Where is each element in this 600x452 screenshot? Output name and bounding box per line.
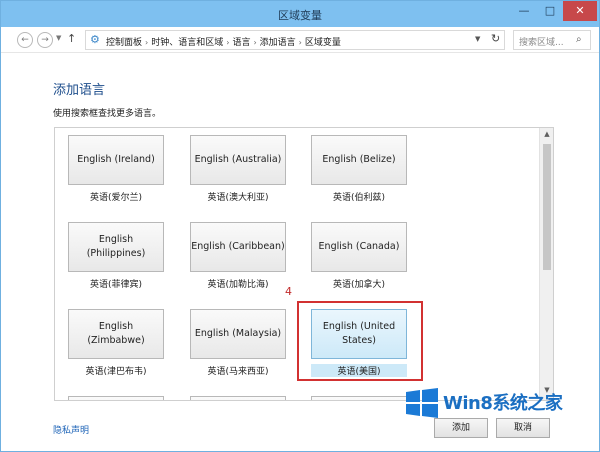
tile-caption: 英语(加拿大) [332,280,386,290]
tile-caption: 英语(爱尔兰) [89,193,143,203]
annotation-step-number: 4 [285,285,292,298]
tile-label: English (Australia) [190,135,286,185]
breadcrumb[interactable]: ⚙ 控制面板 › 时钟、语言和区域 › 语言 › 添加语言 › 区域变量 [85,30,505,50]
address-bar: ← → ▼ ↑ ⚙ 控制面板 › 时钟、语言和区域 › 语言 › 添加语言 › 区域变量 ▼ ↻… [1,27,599,53]
tile-label: English (Canada) [311,222,407,272]
watermark: Win8系统之家 [401,386,600,421]
close-button[interactable]: ✕ [563,1,597,21]
search-placeholder: 搜索区域... [519,38,564,48]
address-dropdown-icon[interactable]: ▼ [475,35,480,43]
tile-label: English (Malaysia) [190,309,286,359]
breadcrumb-separator: › [253,38,257,47]
tile-caption: 英语(澳大利亚) [207,193,269,203]
maximize-button[interactable]: □ [537,1,563,21]
breadcrumb-item-control-panel[interactable]: 控制面板 [106,38,142,48]
tile-label: English (Ireland) [68,135,164,185]
breadcrumb-item-clock-language-region[interactable]: 时钟、语言和区域 [151,38,223,48]
window-title: 区域变量 [278,9,322,22]
tile-caption: 英语(加勒比海) [207,280,269,290]
title-bar[interactable]: 区域变量 — □ ✕ [1,1,599,27]
forward-button[interactable]: → [37,32,53,48]
tile-caption: 英语(马来西亚) [207,367,269,377]
refresh-icon[interactable]: ↻ [491,32,500,45]
cancel-button[interactable]: 取消 [496,418,550,438]
tile-label: English (Belize) [311,135,407,185]
add-button[interactable]: 添加 [434,418,488,438]
vertical-scrollbar[interactable]: ▲ ▼ [539,128,553,400]
tile-label [68,396,164,400]
watermark-text: Win8系统之家 [443,393,563,414]
annotation-highlight-box [297,301,423,381]
tile-caption: 英语(伯利兹) [332,193,386,203]
breadcrumb-item-region-variant[interactable]: 区域变量 [305,38,341,48]
breadcrumb-separator: › [145,38,149,47]
control-panel-icon: ⚙ [90,33,100,46]
page-instructions: 使用搜索框查找更多语言。 [53,109,162,119]
breadcrumb-items: 控制面板 › 时钟、语言和区域 › 语言 › 添加语言 › 区域变量 [106,35,341,48]
tile-label: English (Philippines) [68,222,164,272]
tile-label: English (Zimbabwe) [68,309,164,359]
tile-label: English (Caribbean) [190,222,286,272]
tile-label [311,396,407,400]
tile-label [190,396,286,400]
breadcrumb-separator: › [298,38,302,47]
search-icon[interactable]: ⌕ [576,34,582,45]
breadcrumb-separator: › [226,38,230,47]
recent-locations-dropdown[interactable]: ▼ [56,34,61,42]
region-variant-window: 区域变量 — □ ✕ ← → ▼ ↑ ⚙ 控制面板 › 时钟、语言和区域 › 语言 › 添加… [0,0,600,452]
tile-caption: 英语(菲律宾) [89,280,143,290]
search-input[interactable]: 搜索区域... ⌕ [513,30,591,50]
tile-caption: 英语(津巴布韦) [85,367,147,377]
privacy-statement-link[interactable]: 隐私声明 [53,423,89,436]
scroll-thumb[interactable] [543,144,551,270]
windows-logo-icon [406,388,438,418]
page-title: 添加语言 [53,83,106,98]
scroll-up-icon[interactable]: ▲ [540,130,553,138]
back-button[interactable]: ← [17,32,33,48]
breadcrumb-item-add-language[interactable]: 添加语言 [260,38,296,48]
up-button[interactable]: ↑ [67,32,76,45]
minimize-button[interactable]: — [511,1,537,21]
breadcrumb-item-language[interactable]: 语言 [232,38,250,48]
